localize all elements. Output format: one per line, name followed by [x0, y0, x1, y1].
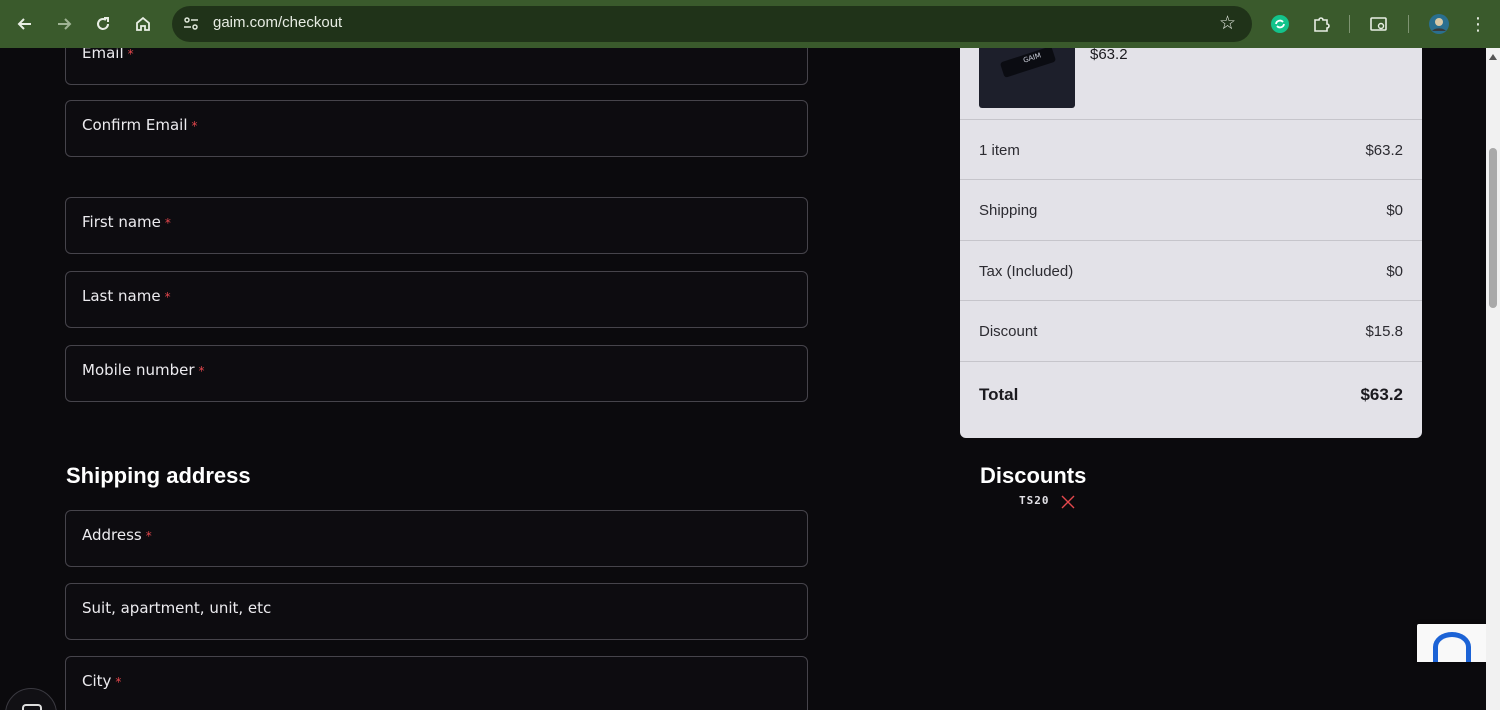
profile-avatar-icon[interactable] [1427, 12, 1451, 36]
summary-row-value: $0 [1386, 202, 1403, 219]
city-label: City * [82, 672, 122, 690]
city-field[interactable]: City * [65, 656, 808, 710]
summary-row-value: $15.8 [1365, 323, 1403, 340]
summary-row-tax: Tax (Included) $0 [960, 240, 1422, 300]
summary-row-items: 1 item $63.2 [960, 119, 1422, 179]
required-marker: * [164, 216, 171, 230]
page-scrollbar[interactable] [1486, 48, 1500, 710]
extensions-puzzle-icon[interactable] [1309, 12, 1333, 36]
required-marker: * [191, 119, 198, 133]
address-bar[interactable]: gaim.com/checkout ☆ [172, 6, 1252, 42]
browser-toolbar: gaim.com/checkout ☆ ⋮ [0, 0, 1500, 48]
address-field[interactable]: Address * [65, 510, 808, 567]
confirm-email-label: Confirm Email * [82, 116, 198, 134]
extension-green-icon[interactable] [1268, 12, 1292, 36]
summary-row-label: 1 item [979, 142, 1020, 159]
url-text: gaim.com/checkout [213, 14, 343, 31]
summary-row-label: Shipping [979, 202, 1038, 219]
remove-discount-icon[interactable] [1060, 494, 1076, 510]
bookmark-star-icon[interactable]: ☆ [1219, 12, 1236, 34]
required-marker: * [164, 290, 171, 304]
toolbar-divider [1408, 15, 1409, 33]
checkout-page: Email * Confirm Email * First name * Last n… [0, 48, 1486, 710]
toolbar-divider [1349, 15, 1350, 33]
chat-widget-button[interactable] [5, 688, 57, 710]
summary-row-label: Discount [979, 323, 1038, 340]
discount-code: TS20 [1019, 494, 1050, 507]
order-summary-card: GAIM $63.2 1 item $63.2 Shipping $0 Tax … [960, 48, 1422, 438]
summary-row-discount: Discount $15.8 [960, 300, 1422, 360]
tab-search-icon[interactable] [1367, 12, 1391, 36]
reload-icon[interactable] [88, 9, 118, 39]
product-thumbnail: GAIM [979, 48, 1075, 108]
site-settings-icon[interactable] [182, 15, 200, 33]
forward-icon[interactable] [49, 9, 79, 39]
mobile-number-label: Mobile number * [82, 361, 205, 379]
item-price: $63.2 [1090, 48, 1128, 63]
summary-row-value: $0 [1386, 263, 1403, 280]
scrollbar-thumb[interactable] [1489, 148, 1497, 308]
scroll-up-icon[interactable] [1489, 54, 1497, 60]
summary-row-value: $63.2 [1365, 142, 1403, 159]
required-marker: * [115, 675, 122, 689]
summary-row-total: Total $63.2 [960, 361, 1422, 427]
home-icon[interactable] [128, 9, 158, 39]
last-name-label: Last name * [82, 287, 171, 305]
discounts-title: Discounts [980, 463, 1087, 488]
back-icon[interactable] [10, 9, 40, 39]
required-marker: * [127, 48, 134, 61]
shipping-address-title: Shipping address [66, 463, 251, 488]
apartment-field[interactable]: Suit, apartment, unit, etc [65, 583, 808, 640]
browser-menu-icon[interactable]: ⋮ [1466, 12, 1490, 36]
chat-icon [22, 704, 42, 710]
summary-row-shipping: Shipping $0 [960, 179, 1422, 239]
summary-row-label: Tax (Included) [979, 263, 1074, 280]
email-label: Email * [82, 48, 134, 62]
email-field[interactable]: Email * [65, 48, 808, 85]
required-marker: * [198, 364, 205, 378]
total-label: Total [979, 385, 1019, 404]
address-label: Address * [82, 526, 152, 544]
confirm-email-field[interactable]: Confirm Email * [65, 100, 808, 157]
first-name-field[interactable]: First name * [65, 197, 808, 254]
apartment-label: Suit, apartment, unit, etc [82, 599, 272, 617]
recaptcha-badge[interactable] [1417, 624, 1486, 662]
first-name-label: First name * [82, 213, 171, 231]
mobile-number-field[interactable]: Mobile number * [65, 345, 808, 402]
required-marker: * [145, 529, 152, 543]
total-value: $63.2 [1360, 385, 1403, 404]
recaptcha-logo-icon [1433, 632, 1471, 662]
last-name-field[interactable]: Last name * [65, 271, 808, 328]
